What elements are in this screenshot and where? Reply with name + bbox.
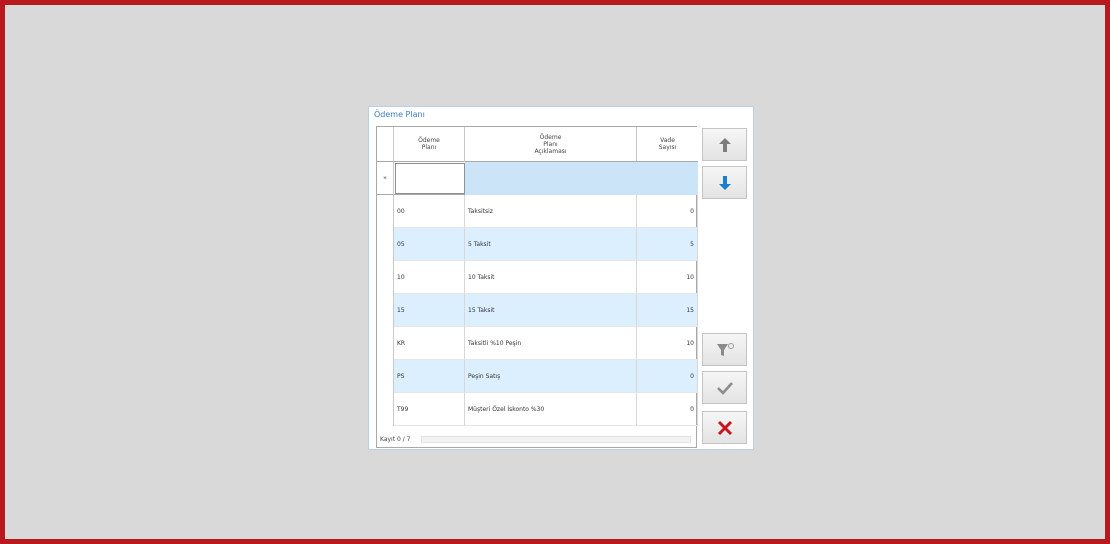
cell-plan-code[interactable]: T99 [394,393,465,426]
table-row[interactable]: 05 5 Taksit 5 [377,228,698,261]
cell-plan-code[interactable]: 10 [394,261,465,294]
cell-plan-code[interactable]: 05 [394,228,465,261]
row-selector[interactable] [377,360,394,393]
table-row[interactable]: T99 Müşteri Özel İskonto %30 0 [377,393,698,426]
cell-installment-count[interactable]: 5 [637,228,698,261]
new-row[interactable]: * [377,162,698,195]
arrow-down-icon [718,175,731,190]
app-background: Ödeme Planı Ödeme Planı Ödeme Planı Açık… [5,5,1105,539]
cell-installment-count[interactable]: 0 [637,393,698,426]
move-down-button[interactable] [702,166,747,199]
cell-installment-count[interactable]: 10 [637,261,698,294]
row-selector[interactable] [377,327,394,360]
row-selector[interactable] [377,393,394,426]
filter-clear-icon [716,342,734,356]
new-row-highlight[interactable] [465,162,698,195]
column-header-description[interactable]: Ödeme Planı Açıklaması [465,127,637,162]
cell-plan-description[interactable]: 10 Taksit [465,261,637,294]
row-selector[interactable] [377,195,394,228]
checkmark-icon [716,381,733,395]
dialog-title: Ödeme Planı [374,110,425,119]
cell-plan-description[interactable]: 15 Taksit [465,294,637,327]
move-up-button[interactable] [702,128,747,161]
row-selector[interactable] [377,228,394,261]
close-icon [717,420,732,435]
horizontal-scrollbar[interactable] [421,436,691,443]
cell-installment-count[interactable]: 0 [637,360,698,393]
new-row-marker: * [377,162,394,195]
table-row[interactable]: 00 Taksitsiz 0 [377,195,698,228]
cell-plan-code[interactable]: PS [394,360,465,393]
cell-plan-description[interactable]: Müşteri Özel İskonto %30 [465,393,637,426]
record-counter: Kayıt 0 / 7 [380,436,411,443]
row-selector[interactable] [377,294,394,327]
arrow-up-icon [718,137,731,152]
table-row[interactable]: PS Peşin Satış 0 [377,360,698,393]
new-row-plan-input[interactable] [395,163,465,194]
clear-filter-button[interactable] [702,333,747,366]
cell-plan-description[interactable]: Taksitsiz [465,195,637,228]
cancel-button[interactable] [702,411,747,444]
grid-footer: Kayıt 0 / 7 [377,432,696,447]
table-row[interactable]: 15 15 Taksit 15 [377,294,698,327]
cell-installment-count[interactable]: 10 [637,327,698,360]
payment-plan-grid: Ödeme Planı Ödeme Planı Açıklaması Vade … [376,126,698,448]
table-row[interactable]: 10 10 Taksit 10 [377,261,698,294]
table-row[interactable]: KR Taksitli %10 Peşin 10 [377,327,698,360]
row-selector[interactable] [377,261,394,294]
row-selector-header [377,127,394,162]
column-header-plan[interactable]: Ödeme Planı [394,127,465,162]
cell-plan-code[interactable]: KR [394,327,465,360]
cell-plan-description[interactable]: Taksitli %10 Peşin [465,327,637,360]
cell-installment-count[interactable]: 0 [637,195,698,228]
cell-plan-description[interactable]: Peşin Satış [465,360,637,393]
payment-plan-dialog: Ödeme Planı Ödeme Planı Ödeme Planı Açık… [368,106,754,450]
cell-plan-description[interactable]: 5 Taksit [465,228,637,261]
cell-plan-code[interactable]: 15 [394,294,465,327]
column-header-installments[interactable]: Vade Sayısı [637,127,698,162]
cell-plan-code[interactable]: 00 [394,195,465,228]
cell-installment-count[interactable]: 15 [637,294,698,327]
confirm-button[interactable] [702,371,747,404]
